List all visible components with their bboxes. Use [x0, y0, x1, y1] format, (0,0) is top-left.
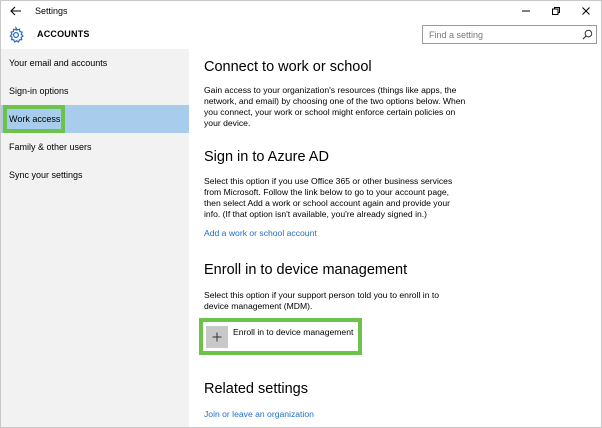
section-body-connect: Gain access to your organization's resou… [204, 85, 466, 128]
section-body-enroll: Select this option if your support perso… [204, 290, 440, 311]
page-title: ACCOUNTS [37, 29, 90, 39]
title-bar: Settings [1, 1, 601, 21]
sidebar-item-label: Sync your settings [9, 170, 83, 180]
sidebar-item-sign-in-options[interactable]: Sign-in options [1, 77, 189, 105]
back-arrow-icon [10, 6, 21, 16]
main-content: Connect to work or school Gain access to… [189, 49, 601, 427]
enroll-button-label: Enroll in to device management [233, 327, 354, 337]
plus-tile [206, 326, 228, 348]
restore-button[interactable] [541, 1, 571, 21]
search-input[interactable] [423, 26, 578, 43]
plus-icon [212, 332, 222, 342]
settings-window: Settings ACCOUNTS Find a setting Your em… [0, 0, 602, 428]
section-title-related: Related settings [204, 381, 308, 397]
window-controls [511, 1, 601, 21]
minimize-icon [522, 10, 530, 12]
sidebar-item-label: Work access [9, 114, 61, 124]
close-icon [582, 7, 590, 15]
join-leave-organization-link[interactable]: Join or leave an organization [204, 409, 314, 419]
sidebar-item-your-email-and-accounts[interactable]: Your email and accounts [1, 49, 189, 77]
sidebar-item-family-other-users[interactable]: Family & other users [1, 133, 189, 161]
add-work-school-account-link[interactable]: Add a work or school account [204, 228, 317, 238]
section-title-enroll: Enroll in to device management [204, 262, 408, 278]
restore-icon [552, 7, 560, 15]
enroll-device-management-button[interactable]: Enroll in to device management [199, 318, 362, 355]
section-title-azure-ad: Sign in to Azure AD [204, 149, 329, 165]
gear-icon [9, 26, 24, 43]
close-button[interactable] [571, 1, 601, 21]
sidebar-item-label: Your email and accounts [9, 58, 108, 68]
sidebar-item-label: Family & other users [9, 142, 92, 152]
sidebar-item-sync-your-settings[interactable]: Sync your settings [1, 161, 189, 189]
sidebar: Your email and accounts Sign-in options … [1, 49, 189, 427]
sidebar-item-work-access[interactable]: Work access [1, 105, 189, 133]
sidebar-item-label: Sign-in options [9, 86, 69, 96]
window-title: Settings [35, 6, 68, 16]
back-button[interactable] [1, 1, 31, 21]
search-box[interactable] [422, 25, 597, 44]
minimize-button[interactable] [511, 1, 541, 21]
section-body-azure-ad: Select this option if you use Office 365… [204, 176, 453, 219]
section-title-connect: Connect to work or school [204, 59, 372, 75]
search-icon[interactable] [578, 26, 596, 43]
